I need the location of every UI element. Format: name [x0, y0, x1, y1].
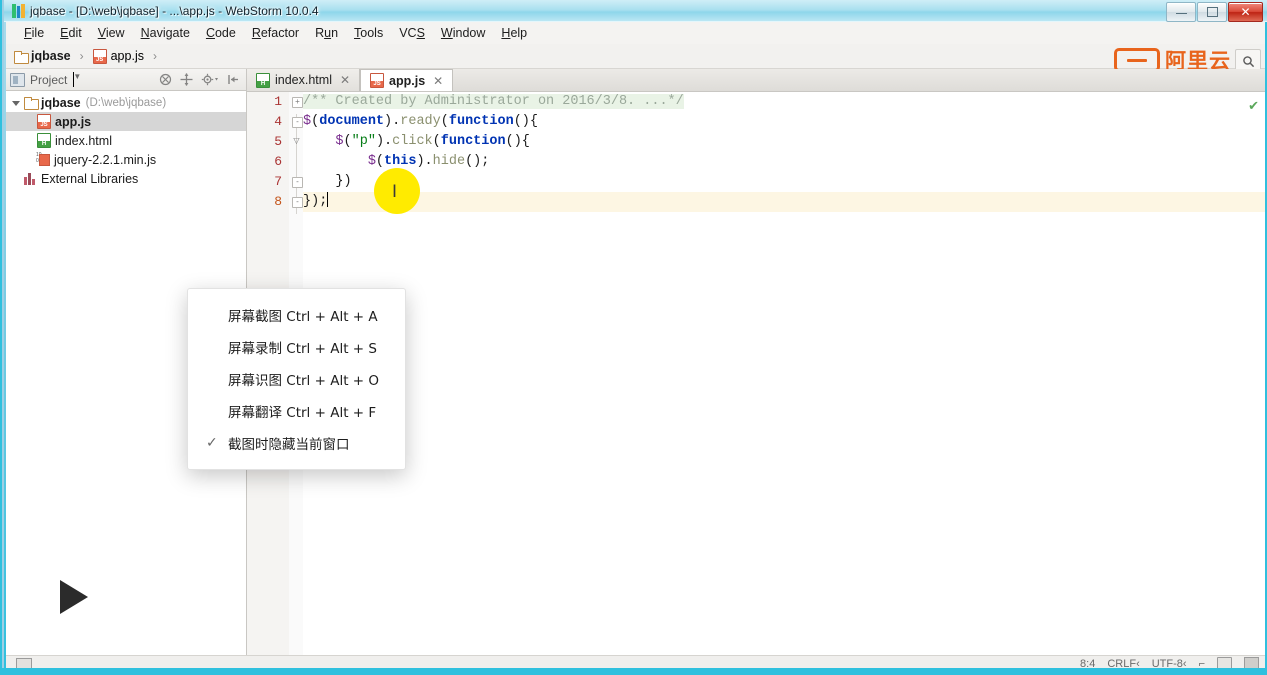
code-line-7[interactable]: }) [303, 172, 351, 192]
menu-item-label: 截图时隐藏当前窗口 [228, 437, 350, 453]
line-number: 7 [274, 174, 282, 189]
play-icon[interactable] [60, 580, 88, 614]
tree-path: (D:\web\jqbase) [85, 96, 167, 109]
code-line-8[interactable]: }); [303, 192, 329, 212]
menu-item-label: 屏幕截图 Ctrl + Alt + A [228, 309, 378, 325]
menu-item-label: 屏幕识图 Ctrl + Alt + O [228, 373, 380, 389]
menu-help[interactable]: Help [493, 24, 535, 42]
menu-tools[interactable]: Tools [346, 24, 391, 42]
tab-label: app.js [389, 73, 426, 88]
project-icon [10, 72, 25, 87]
menu-code[interactable]: Code [198, 24, 244, 42]
breadcrumb-bar: jqbase › JS app.js › 阿里云 [6, 44, 1265, 73]
menu-file[interactable]: File [16, 24, 52, 42]
tree-row-jquery[interactable]: 10010 jquery-2.2.1.min.js [6, 150, 246, 169]
tree-label: jquery-2.2.1.min.js [54, 152, 157, 167]
tree-row-appjs[interactable]: JS app.js [6, 112, 246, 131]
breadcrumb-file[interactable]: app.js [111, 49, 144, 63]
project-panel-title: Project [30, 72, 68, 87]
fold-marker[interactable]: ▽ [292, 137, 301, 146]
code-line-1[interactable]: /** Created by Administrator on 2016/3/8… [303, 92, 684, 112]
fold-marker[interactable]: - [292, 197, 303, 208]
menu-bar: File Edit View Navigate Code Refactor Ru… [6, 22, 1265, 44]
line-number: 5 [274, 134, 282, 149]
folder-icon [14, 50, 29, 64]
fold-marker[interactable]: - [292, 117, 303, 128]
code-line-5[interactable]: $("p").click(function(){ [303, 132, 530, 152]
tab-label: index.html [275, 73, 332, 87]
tree-label: jqbase [41, 95, 81, 110]
locate-icon[interactable] [180, 73, 193, 86]
screenshot-root: jqbase - [D:\web\jqbase] - ...\app.js - … [0, 0, 1267, 675]
tab-close-icon[interactable]: ✕ [433, 74, 443, 88]
app-logo-icon [12, 4, 25, 18]
tab-close-icon[interactable]: ✕ [340, 73, 350, 87]
folder-icon [24, 97, 39, 110]
library-icon [24, 172, 37, 185]
close-icon: ✕ [1240, 5, 1251, 19]
html-file-icon: H [256, 72, 270, 88]
collapse-all-icon[interactable] [159, 73, 172, 86]
line-number: 6 [274, 154, 282, 169]
window-title: jqbase - [D:\web\jqbase] - ...\app.js - … [30, 4, 319, 18]
menu-refactor[interactable]: Refactor [244, 24, 307, 42]
fold-marker[interactable]: - [292, 177, 303, 188]
breadcrumb[interactable]: jqbase › JS app.js › [14, 48, 162, 64]
tab-app-js[interactable]: JS app.js ✕ [360, 69, 454, 91]
settings-icon[interactable] [201, 73, 219, 86]
maximize-button[interactable] [1197, 2, 1227, 22]
menu-item-hide-window-on-capture[interactable]: ✓ 截图时隐藏当前窗口 [188, 427, 405, 459]
window-controls[interactable]: ✕ [1166, 2, 1263, 22]
js-file-icon: JS [37, 114, 51, 129]
search-icon [1242, 55, 1254, 67]
fold-marker[interactable]: + [292, 97, 303, 108]
menu-item-screenshot[interactable]: 屏幕截图 Ctrl + Alt + A [188, 299, 405, 331]
menu-run[interactable]: Run [307, 24, 346, 42]
menu-item-screen-record[interactable]: 屏幕录制 Ctrl + Alt + S [188, 331, 405, 363]
js-file-icon: JS [370, 73, 385, 88]
line-number: 1 [274, 94, 282, 109]
menu-edit[interactable]: Edit [52, 24, 90, 42]
breadcrumb-separator: › [79, 49, 84, 63]
title-bar: jqbase - [D:\web\jqbase] - ...\app.js - … [4, 0, 1267, 22]
project-panel-header: Project ▼ [6, 69, 247, 91]
screenshot-context-menu[interactable]: 屏幕截图 Ctrl + Alt + A 屏幕录制 Ctrl + Alt + S … [187, 288, 406, 470]
tree-row-external-libraries[interactable]: External Libraries [6, 169, 246, 188]
editor-tab-bar: H index.html ✕ JS app.js ✕ [247, 69, 1265, 92]
minjs-file-icon: 10010 [36, 153, 50, 166]
hide-panel-icon[interactable] [227, 73, 240, 86]
menu-window[interactable]: Window [433, 24, 493, 42]
tab-index-html[interactable]: H index.html ✕ [247, 69, 361, 91]
tree-row-jqbase[interactable]: jqbase (D:\web\jqbase) [6, 93, 246, 112]
chevron-expanded-icon[interactable] [12, 101, 20, 106]
tree-label: index.html [55, 133, 112, 148]
menu-view[interactable]: View [90, 24, 133, 42]
chevron-down-icon[interactable]: ▼ [73, 72, 81, 87]
menu-navigate[interactable]: Navigate [133, 24, 198, 42]
checkmark-icon: ✓ [206, 435, 218, 451]
tree-row-indexhtml[interactable]: H index.html [6, 131, 246, 150]
minimize-button[interactable] [1166, 2, 1196, 22]
menu-item-screen-ocr[interactable]: 屏幕识图 Ctrl + Alt + O [188, 363, 405, 395]
inspection-status-icon[interactable]: ✔ [1248, 98, 1259, 114]
project-panel-toolbar [159, 73, 242, 86]
menu-item-screen-translate[interactable]: 屏幕翻译 Ctrl + Alt + F [188, 395, 405, 427]
tree-label: External Libraries [41, 171, 139, 186]
html-file-icon: H [37, 133, 51, 148]
breadcrumb-project[interactable]: jqbase [31, 49, 71, 63]
close-button[interactable]: ✕ [1228, 2, 1263, 22]
line-number-current: 8 [274, 194, 282, 209]
menu-vcs[interactable]: VCS [391, 24, 433, 42]
code-line-4[interactable]: $(document).ready(function(){ [303, 112, 538, 132]
breadcrumb-separator-2: › [152, 49, 157, 63]
line-number: 4 [274, 114, 282, 129]
menu-item-label: 屏幕翻译 Ctrl + Alt + F [228, 405, 377, 421]
tree-label: app.js [55, 114, 92, 129]
text-cursor-icon: I [392, 182, 398, 202]
js-file-icon: JS [92, 48, 107, 64]
menu-item-label: 屏幕录制 Ctrl + Alt + S [228, 341, 377, 357]
video-player-strip [0, 668, 1267, 675]
